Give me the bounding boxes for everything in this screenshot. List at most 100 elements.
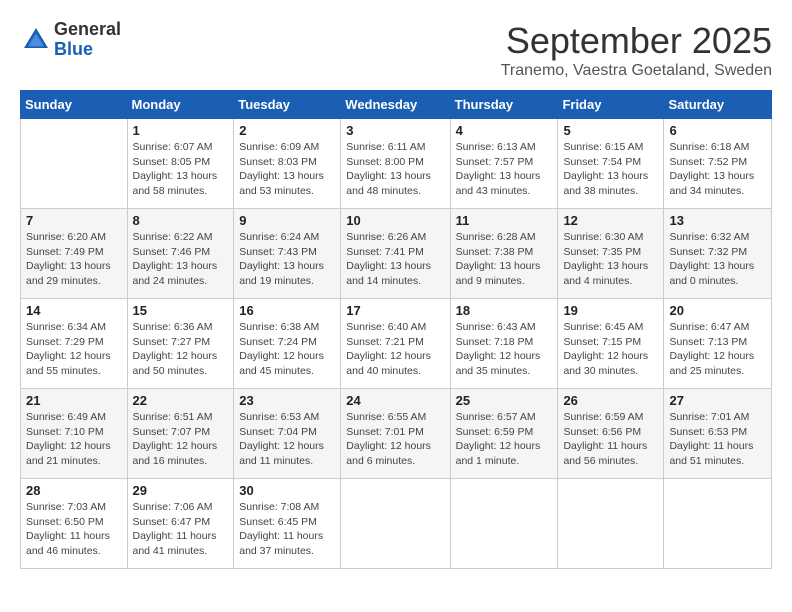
day-info: Sunrise: 6:51 AMSunset: 7:07 PMDaylight:… xyxy=(133,410,229,469)
calendar-cell: 21 Sunrise: 6:49 AMSunset: 7:10 PMDayligh… xyxy=(21,389,128,479)
calendar-cell: 29Sunrise: 7:06 AMSunset: 6:47 PMDayligh… xyxy=(127,479,234,569)
day-number: 22 xyxy=(133,393,229,408)
day-info: Sunrise: 6:22 AMSunset: 7:46 PMDaylight:… xyxy=(133,230,229,289)
day-number: 14 xyxy=(26,303,122,318)
calendar-cell: 28 Sunrise: 7:03 AMSunset: 6:50 PMDayligh… xyxy=(21,479,128,569)
day-number: 2 xyxy=(239,123,335,138)
day-info: Sunrise: 6:45 AMSunset: 7:15 PMDaylight:… xyxy=(563,320,658,379)
calendar-cell: 1Sunrise: 6:07 AMSunset: 8:05 PMDaylight… xyxy=(127,119,234,209)
day-number: 28 xyxy=(26,483,122,498)
calendar-cell: 22 Sunrise: 6:51 AMSunset: 7:07 PMDayligh… xyxy=(127,389,234,479)
day-info: Sunrise: 6:18 AMSunset: 7:52 PMDaylight:… xyxy=(669,140,766,199)
day-info: Sunrise: 6:11 AMSunset: 8:00 PMDaylight:… xyxy=(346,140,444,199)
calendar-cell: 30 Sunrise: 7:08 AMSunset: 6:45 PMDayligh… xyxy=(234,479,341,569)
calendar-cell: 24 Sunrise: 6:55 AMSunset: 7:01 PMDayligh… xyxy=(341,389,450,479)
day-header-tuesday: Tuesday xyxy=(234,91,341,119)
day-number: 6 xyxy=(669,123,766,138)
day-info: Sunrise: 6:07 AMSunset: 8:05 PMDaylight:… xyxy=(133,140,229,199)
calendar-cell: 19Sunrise: 6:45 AMSunset: 7:15 PMDayligh… xyxy=(558,299,664,389)
day-number: 18 xyxy=(456,303,553,318)
calendar-table: SundayMondayTuesdayWednesdayThursdayFrid… xyxy=(20,90,772,569)
day-header-monday: Monday xyxy=(127,91,234,119)
calendar-cell xyxy=(21,119,128,209)
day-number: 25 xyxy=(456,393,553,408)
day-info: Sunrise: 6:26 AMSunset: 7:41 PMDaylight:… xyxy=(346,230,444,289)
day-number: 7 xyxy=(26,213,122,228)
day-info: Sunrise: 6:15 AMSunset: 7:54 PMDaylight:… xyxy=(563,140,658,199)
day-number: 23 xyxy=(239,393,335,408)
title-block: September 2025 Tranemo, Vaestra Goetalan… xyxy=(501,20,772,80)
day-number: 26 xyxy=(563,393,658,408)
day-number: 3 xyxy=(346,123,444,138)
calendar-cell: 6 Sunrise: 6:18 AMSunset: 7:52 PMDaylight… xyxy=(664,119,772,209)
calendar-week-row: 21 Sunrise: 6:49 AMSunset: 7:10 PMDayligh… xyxy=(21,389,772,479)
day-info: Sunrise: 6:53 AMSunset: 7:04 PMDaylight:… xyxy=(239,410,335,469)
calendar-cell: 8 Sunrise: 6:22 AMSunset: 7:46 PMDaylight… xyxy=(127,209,234,299)
day-info: Sunrise: 7:03 AMSunset: 6:50 PMDaylight:… xyxy=(26,500,122,559)
calendar-cell: 23 Sunrise: 6:53 AMSunset: 7:04 PMDayligh… xyxy=(234,389,341,479)
day-number: 20 xyxy=(669,303,766,318)
day-number: 12 xyxy=(563,213,658,228)
calendar-week-row: 28 Sunrise: 7:03 AMSunset: 6:50 PMDayligh… xyxy=(21,479,772,569)
day-info: Sunrise: 6:28 AMSunset: 7:38 PMDaylight:… xyxy=(456,230,553,289)
calendar-cell: 16 Sunrise: 6:38 AMSunset: 7:24 PMDayligh… xyxy=(234,299,341,389)
day-info: Sunrise: 6:09 AMSunset: 8:03 PMDaylight:… xyxy=(239,140,335,199)
day-info: Sunrise: 6:30 AMSunset: 7:35 PMDaylight:… xyxy=(563,230,658,289)
day-number: 10 xyxy=(346,213,444,228)
day-number: 30 xyxy=(239,483,335,498)
day-info: Sunrise: 6:43 AMSunset: 7:18 PMDaylight:… xyxy=(456,320,553,379)
logo-blue-text: Blue xyxy=(54,40,121,60)
logo-general-text: General xyxy=(54,20,121,40)
day-number: 13 xyxy=(669,213,766,228)
day-header-saturday: Saturday xyxy=(664,91,772,119)
location-text: Tranemo, Vaestra Goetaland, Sweden xyxy=(501,62,772,80)
calendar-cell: 9Sunrise: 6:24 AMSunset: 7:43 PMDaylight… xyxy=(234,209,341,299)
logo-icon xyxy=(20,24,52,56)
calendar-cell: 3 Sunrise: 6:11 AMSunset: 8:00 PMDaylight… xyxy=(341,119,450,209)
day-number: 24 xyxy=(346,393,444,408)
day-info: Sunrise: 6:38 AMSunset: 7:24 PMDaylight:… xyxy=(239,320,335,379)
day-number: 16 xyxy=(239,303,335,318)
day-header-thursday: Thursday xyxy=(450,91,558,119)
calendar-cell: 11 Sunrise: 6:28 AMSunset: 7:38 PMDayligh… xyxy=(450,209,558,299)
calendar-cell: 13 Sunrise: 6:32 AMSunset: 7:32 PMDayligh… xyxy=(664,209,772,299)
calendar-cell: 18 Sunrise: 6:43 AMSunset: 7:18 PMDayligh… xyxy=(450,299,558,389)
calendar-cell xyxy=(341,479,450,569)
calendar-cell: 2 Sunrise: 6:09 AMSunset: 8:03 PMDaylight… xyxy=(234,119,341,209)
day-number: 8 xyxy=(133,213,229,228)
day-number: 17 xyxy=(346,303,444,318)
day-number: 9 xyxy=(239,213,335,228)
day-number: 27 xyxy=(669,393,766,408)
calendar-cell: 5 Sunrise: 6:15 AMSunset: 7:54 PMDaylight… xyxy=(558,119,664,209)
month-title: September 2025 xyxy=(501,20,772,62)
calendar-cell: 17 Sunrise: 6:40 AMSunset: 7:21 PMDayligh… xyxy=(341,299,450,389)
day-info: Sunrise: 6:47 AMSunset: 7:13 PMDaylight:… xyxy=(669,320,766,379)
day-header-friday: Friday xyxy=(558,91,664,119)
day-number: 15 xyxy=(133,303,229,318)
calendar-week-row: 14Sunrise: 6:34 AMSunset: 7:29 PMDayligh… xyxy=(21,299,772,389)
day-number: 5 xyxy=(563,123,658,138)
calendar-cell xyxy=(664,479,772,569)
day-number: 21 xyxy=(26,393,122,408)
calendar-cell: 20 Sunrise: 6:47 AMSunset: 7:13 PMDayligh… xyxy=(664,299,772,389)
day-info: Sunrise: 6:55 AMSunset: 7:01 PMDaylight:… xyxy=(346,410,444,469)
day-info: Sunrise: 7:01 AMSunset: 6:53 PMDaylight:… xyxy=(669,410,766,469)
day-info: Sunrise: 6:59 AMSunset: 6:56 PMDaylight:… xyxy=(563,410,658,469)
day-header-wednesday: Wednesday xyxy=(341,91,450,119)
day-info: Sunrise: 6:40 AMSunset: 7:21 PMDaylight:… xyxy=(346,320,444,379)
day-info: Sunrise: 7:08 AMSunset: 6:45 PMDaylight:… xyxy=(239,500,335,559)
day-info: Sunrise: 6:32 AMSunset: 7:32 PMDaylight:… xyxy=(669,230,766,289)
calendar-header-row: SundayMondayTuesdayWednesdayThursdayFrid… xyxy=(21,91,772,119)
day-info: Sunrise: 6:49 AMSunset: 7:10 PMDaylight:… xyxy=(26,410,122,469)
calendar-cell: 12 Sunrise: 6:30 AMSunset: 7:35 PMDayligh… xyxy=(558,209,664,299)
calendar-cell xyxy=(450,479,558,569)
day-number: 11 xyxy=(456,213,553,228)
calendar-week-row: 7Sunrise: 6:20 AMSunset: 7:49 PMDaylight… xyxy=(21,209,772,299)
page-header: General Blue September 2025 Tranemo, Vae… xyxy=(20,20,772,80)
calendar-cell: 14Sunrise: 6:34 AMSunset: 7:29 PMDayligh… xyxy=(21,299,128,389)
day-number: 29 xyxy=(133,483,229,498)
day-header-sunday: Sunday xyxy=(21,91,128,119)
calendar-cell: 26 Sunrise: 6:59 AMSunset: 6:56 PMDayligh… xyxy=(558,389,664,479)
calendar-cell: 4Sunrise: 6:13 AMSunset: 7:57 PMDaylight… xyxy=(450,119,558,209)
day-info: Sunrise: 6:36 AMSunset: 7:27 PMDaylight:… xyxy=(133,320,229,379)
